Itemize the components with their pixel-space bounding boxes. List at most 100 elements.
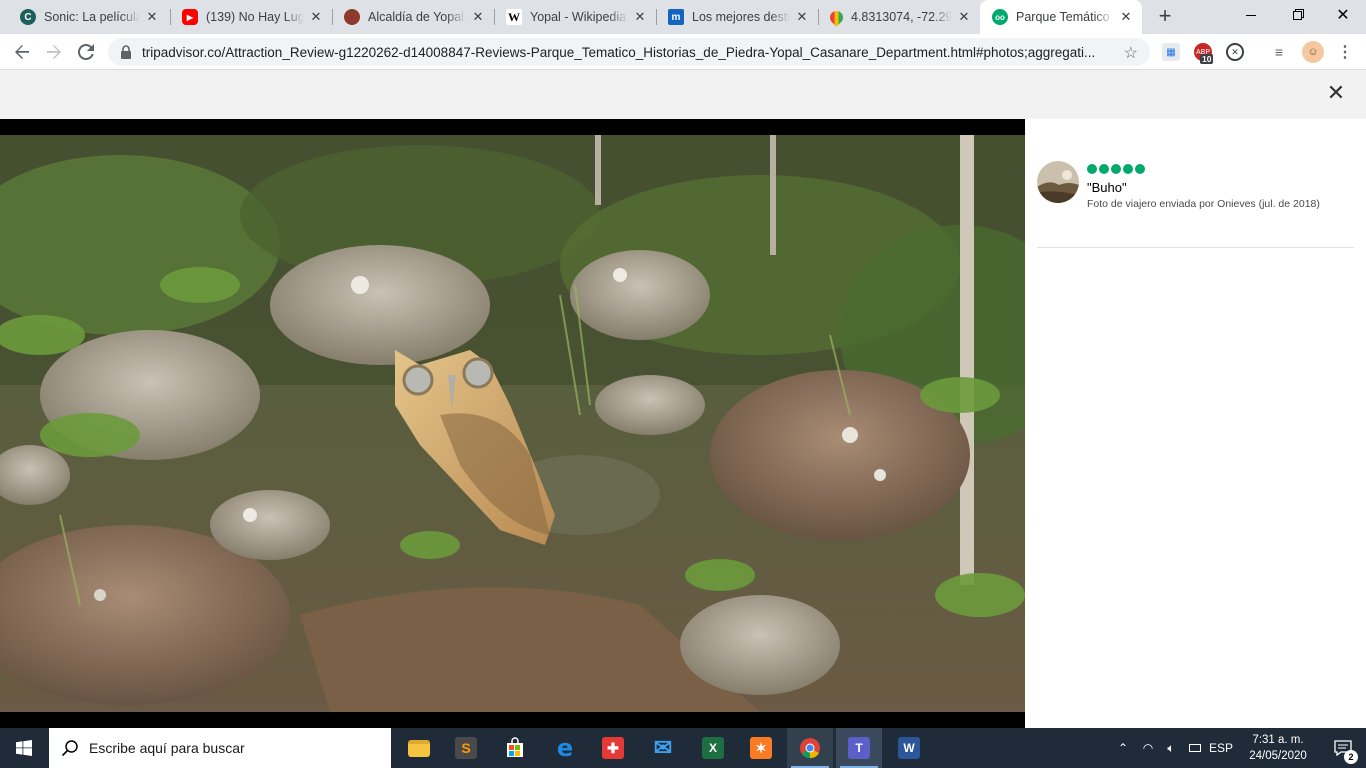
taskbar-teams[interactable]: T [836, 728, 882, 768]
taskbar-mail[interactable]: ✉ [640, 728, 686, 768]
arrow-right-icon [47, 45, 61, 59]
battery-icon [1189, 744, 1201, 752]
wikipedia-icon: W [506, 9, 522, 25]
close-icon[interactable]: ✕ [144, 9, 160, 25]
tab-parque-tematico[interactable]: oo Parque Temático H ✕ [980, 0, 1142, 34]
tab-title: Los mejores destin [692, 10, 790, 24]
google-maps-icon [827, 7, 846, 27]
taskbar-word[interactable]: W [886, 728, 932, 768]
reload-icon [78, 44, 94, 60]
minimize-button[interactable] [1228, 0, 1274, 30]
teams-icon: T [848, 737, 870, 759]
rating-bubble-icon [1135, 164, 1145, 174]
forward-button[interactable] [40, 38, 68, 66]
tab-title: Sonic: La película ( [44, 10, 140, 24]
window-close-button[interactable]: ✕ [1320, 0, 1366, 30]
photo-viewer[interactable] [0, 119, 1025, 728]
media-playlist-icon[interactable]: ≡ [1270, 43, 1288, 61]
tab-destinos[interactable]: m Los mejores destin ✕ [656, 0, 818, 34]
viewer-header: ✕ [0, 70, 1366, 119]
tab-youtube[interactable]: ▶ (139) No Hay Luga ✕ [170, 0, 332, 34]
windows-logo-icon [16, 740, 32, 756]
sublime-text-icon: S [455, 737, 477, 759]
word-icon: W [898, 737, 920, 759]
bookmark-star-icon[interactable]: ☆ [1124, 43, 1138, 63]
arrow-left-icon [15, 45, 29, 59]
cuevana-icon: C [20, 9, 36, 25]
mail-icon: ✉ [653, 735, 673, 760]
xampp-icon: ✶ [750, 737, 772, 759]
avatar[interactable] [1037, 161, 1079, 203]
photo-info-panel: "Buho" Foto de viajero enviada por Oniev… [1025, 119, 1366, 728]
windows-taskbar: Escribe aquí para buscar S e ✚ ✉ X ✶ T W… [0, 728, 1366, 768]
gift-icon: ✚ [602, 737, 624, 759]
youtube-icon: ▶ [182, 9, 198, 25]
tab-title: 4.8313074, -72.29 [851, 10, 952, 24]
owl-sculpture-photo [0, 135, 1025, 712]
tab-alcaldia[interactable]: Alcaldía de Yopal, ✕ [332, 0, 494, 34]
close-viewer-button[interactable]: ✕ [1324, 82, 1348, 106]
taskbar-xampp[interactable]: ✶ [738, 728, 784, 768]
close-icon[interactable]: ✕ [1118, 9, 1134, 25]
show-hidden-icons-button[interactable]: ⌃ [1112, 728, 1134, 768]
tab-title: Yopal - Wikipedia, [530, 10, 628, 24]
traveler-avatar-image [1037, 161, 1079, 203]
network-button[interactable]: ◠ [1136, 728, 1160, 768]
store-bag-icon [507, 737, 523, 757]
clock-time: 7:31 a. m. [1252, 734, 1304, 746]
tab-strip: C Sonic: La película ( ✕ ▶ (139) No Hay … [0, 0, 1366, 34]
tab-maps[interactable]: 4.8313074, -72.29 ✕ [818, 0, 980, 34]
divider [1037, 247, 1354, 248]
taskbar-microsoft-store[interactable] [492, 728, 538, 768]
edge-icon: e [556, 734, 574, 762]
rating-bubble-icon [1123, 164, 1133, 174]
restore-button[interactable] [1274, 0, 1320, 30]
taskbar-sublime-text[interactable]: S [443, 728, 489, 768]
extension-circle-icon[interactable]: ✕ [1226, 43, 1244, 61]
input-language-button[interactable]: ESP [1206, 728, 1236, 768]
m-site-icon: m [668, 9, 684, 25]
alcaldia-icon [344, 9, 360, 25]
taskbar-file-explorer[interactable] [396, 728, 442, 768]
volume-button[interactable]: 🔈︎ [1160, 728, 1182, 768]
restore-icon [1292, 10, 1302, 20]
tab-wikipedia[interactable]: W Yopal - Wikipedia, ✕ [494, 0, 656, 34]
tab-sonic[interactable]: C Sonic: La película ( ✕ [8, 0, 168, 34]
close-icon[interactable]: ✕ [956, 9, 972, 25]
chevron-up-icon: ⌃ [1117, 741, 1129, 755]
search-icon [61, 740, 78, 757]
system-clock[interactable]: 7:31 a. m. 24/05/2020 [1236, 732, 1320, 764]
folder-icon [408, 739, 430, 757]
chrome-menu-icon[interactable]: ⋮ [1336, 43, 1354, 61]
back-button[interactable] [8, 38, 36, 66]
close-icon[interactable]: ✕ [308, 9, 324, 25]
tab-title: Parque Temático H [1016, 10, 1114, 24]
extension-shield-icon[interactable]: ▦ [1162, 43, 1180, 61]
close-icon[interactable]: ✕ [794, 9, 810, 25]
close-icon[interactable]: ✕ [632, 9, 648, 25]
taskbar-chrome[interactable] [787, 728, 833, 768]
speaker-icon: 🔈︎ [1167, 740, 1175, 755]
wifi-icon: ◠ [1142, 741, 1154, 755]
rating-bubble-icon [1087, 164, 1097, 174]
taskbar-excel[interactable]: X [690, 728, 736, 768]
chrome-icon [800, 738, 820, 759]
rating-bubbles [1087, 164, 1145, 174]
new-tab-button[interactable]: + [1153, 5, 1177, 29]
taskbar-gift-app[interactable]: ✚ [590, 728, 636, 768]
browser-toolbar: tripadvisor.co/Attraction_Review-g122026… [0, 34, 1366, 70]
taskbar-edge[interactable]: e [542, 728, 588, 768]
lock-icon [121, 45, 131, 59]
battery-button[interactable] [1184, 728, 1206, 768]
action-center-button[interactable]: 2 [1320, 728, 1366, 768]
taskbar-search-box[interactable]: Escribe aquí para buscar [49, 728, 391, 768]
close-icon[interactable]: ✕ [470, 9, 486, 25]
rating-bubble-icon [1111, 164, 1121, 174]
tab-title: Alcaldía de Yopal, [368, 10, 466, 24]
address-bar[interactable]: tripadvisor.co/Attraction_Review-g122026… [108, 38, 1150, 66]
reload-button[interactable] [72, 38, 100, 66]
profile-avatar[interactable]: ☺ [1302, 41, 1324, 63]
notification-count: 2 [1344, 750, 1358, 764]
clock-date: 24/05/2020 [1249, 750, 1307, 762]
start-button[interactable] [0, 728, 48, 768]
